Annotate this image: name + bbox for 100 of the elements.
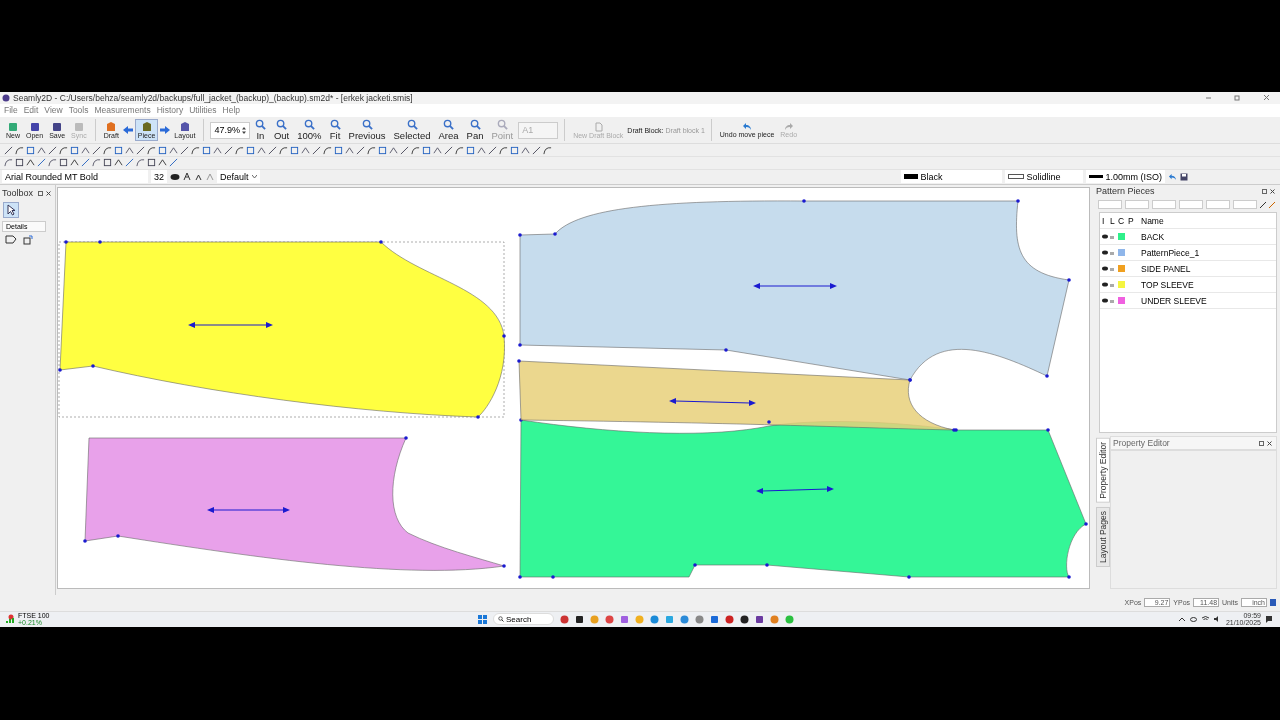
menu-item[interactable]: Tools — [68, 105, 89, 116]
float-icon[interactable] — [38, 190, 43, 196]
side-tab[interactable]: Property Editor — [1096, 438, 1110, 503]
menu-item[interactable]: Help — [222, 105, 241, 116]
line-type-name: Solidline — [1026, 171, 1061, 182]
spin-arrows-icon[interactable] — [241, 125, 246, 135]
redo-icon — [783, 122, 794, 132]
zoom-field[interactable]: 47.9% — [210, 121, 250, 139]
lock-icon[interactable] — [1110, 282, 1114, 287]
file-icon — [73, 121, 84, 132]
close-icon[interactable] — [46, 190, 51, 196]
line-sample-icon — [1008, 174, 1025, 180]
piece-name[interactable]: SIDE PANEL — [1141, 263, 1276, 274]
grainline-arrow[interactable] — [756, 486, 834, 494]
toggle-button[interactable] — [1152, 200, 1176, 209]
toggle-button[interactable] — [1206, 200, 1230, 209]
style-dropdown[interactable]: Default — [217, 170, 260, 184]
chevron-up-icon[interactable] — [1178, 617, 1185, 622]
pattern-piece[interactable] — [83, 436, 506, 571]
menu-item[interactable]: View — [44, 105, 63, 116]
mode-icon — [178, 121, 191, 133]
document-icon — [593, 121, 603, 132]
mode-icon — [140, 121, 153, 133]
piece-tool-icon[interactable] — [5, 235, 17, 244]
magnifier-icon — [361, 119, 373, 131]
menu-item[interactable]: History — [156, 105, 184, 116]
app-logo-icon — [2, 93, 10, 102]
font-larger-icon[interactable] — [183, 172, 192, 182]
line-weight-dropdown[interactable]: 1.00mm (ISO) — [1086, 170, 1165, 184]
magnifier-icon — [276, 119, 288, 131]
close-icon[interactable] — [1270, 188, 1275, 194]
panel-title: Pattern Pieces — [1096, 186, 1155, 196]
menu-item[interactable]: Edit — [23, 105, 39, 116]
magnifier-icon — [496, 119, 508, 131]
file-icon — [29, 121, 40, 132]
piece-name[interactable]: BACK — [1141, 231, 1276, 242]
start-icon[interactable] — [478, 614, 487, 624]
info-icon — [1270, 599, 1276, 607]
magnifier-icon — [329, 119, 341, 131]
zoom-button[interactable]: Area — [435, 119, 462, 142]
side-tab[interactable]: Layout Pages — [1096, 506, 1110, 567]
magnifier-icon — [469, 119, 481, 131]
zoom-button[interactable]: In — [251, 119, 269, 142]
eye-icon[interactable] — [170, 172, 180, 181]
cloud-icon[interactable] — [1189, 616, 1197, 623]
panel-title: Toolbox — [2, 188, 34, 198]
eye-icon[interactable] — [1102, 298, 1108, 303]
zoom-button[interactable]: Previous — [345, 119, 389, 142]
column-header: C — [1118, 215, 1126, 226]
zoom-button[interactable]: Fit — [326, 119, 344, 142]
undo-icon[interactable] — [1168, 172, 1177, 181]
line-type-dropdown[interactable]: Solidline — [1005, 170, 1084, 184]
float-icon[interactable] — [1259, 440, 1264, 446]
speaker-icon[interactable] — [1213, 616, 1221, 623]
grainline-arrow[interactable] — [669, 398, 756, 406]
zoom-button[interactable]: Out — [270, 119, 293, 142]
column-header: I — [1102, 215, 1106, 226]
menu-item[interactable]: Utilities — [189, 105, 217, 116]
eye-icon[interactable] — [1102, 282, 1108, 287]
grainline-arrow[interactable] — [188, 322, 273, 328]
close-icon[interactable] — [1263, 94, 1270, 102]
wifi-icon[interactable] — [1201, 616, 1209, 623]
save-icon[interactable] — [1180, 172, 1188, 181]
piece-name[interactable]: TOP SLEEVE — [1141, 279, 1276, 290]
piece-name[interactable]: PatternPiece_1 — [1141, 247, 1276, 258]
menu-item[interactable]: File — [4, 105, 18, 116]
piece-name[interactable]: UNDER SLEEVE — [1141, 295, 1276, 306]
font-size-dropdown[interactable]: 32 — [151, 170, 167, 184]
menu-item[interactable]: Measurements — [94, 105, 151, 116]
zoom-button[interactable]: 100% — [294, 119, 325, 142]
toggle-button[interactable] — [1179, 200, 1203, 209]
float-icon[interactable] — [1262, 188, 1267, 194]
font-dropdown[interactable]: Arial Rounded MT Bold — [2, 170, 148, 184]
toggle-button[interactable] — [1233, 200, 1257, 209]
lock-icon[interactable] — [1110, 234, 1114, 239]
eye-icon[interactable] — [1102, 250, 1108, 255]
insert-node-icon[interactable] — [23, 235, 33, 245]
toggle-button[interactable] — [1098, 200, 1122, 209]
grainline-arrow[interactable] — [207, 507, 290, 513]
toggle-button[interactable] — [1125, 200, 1149, 209]
font-smaller-icon[interactable] — [195, 172, 203, 181]
right-arrow-icon — [160, 126, 171, 135]
magnifier-icon — [303, 119, 315, 131]
stock-widget-icon[interactable] — [6, 614, 14, 625]
restore-icon[interactable] — [1234, 94, 1241, 102]
lock-icon[interactable] — [1110, 298, 1114, 303]
close-icon[interactable] — [1267, 440, 1272, 446]
grainline-arrow[interactable] — [753, 283, 837, 289]
line-color-dropdown[interactable]: Black — [901, 170, 1003, 184]
zoom-button[interactable]: Pan — [463, 119, 487, 142]
lock-icon[interactable] — [1110, 250, 1114, 255]
line-color-name: Black — [920, 171, 943, 182]
search-field[interactable]: Search — [493, 613, 555, 626]
notification-icon[interactable] — [1266, 615, 1272, 623]
lock-icon[interactable] — [1110, 266, 1114, 271]
eye-icon[interactable] — [1102, 266, 1108, 271]
line-weight-value: 1.00mm (ISO) — [1105, 171, 1162, 182]
zoom-button[interactable]: Selected — [390, 119, 434, 142]
eye-icon[interactable] — [1102, 234, 1108, 239]
select-tool-icon[interactable] — [3, 202, 19, 218]
